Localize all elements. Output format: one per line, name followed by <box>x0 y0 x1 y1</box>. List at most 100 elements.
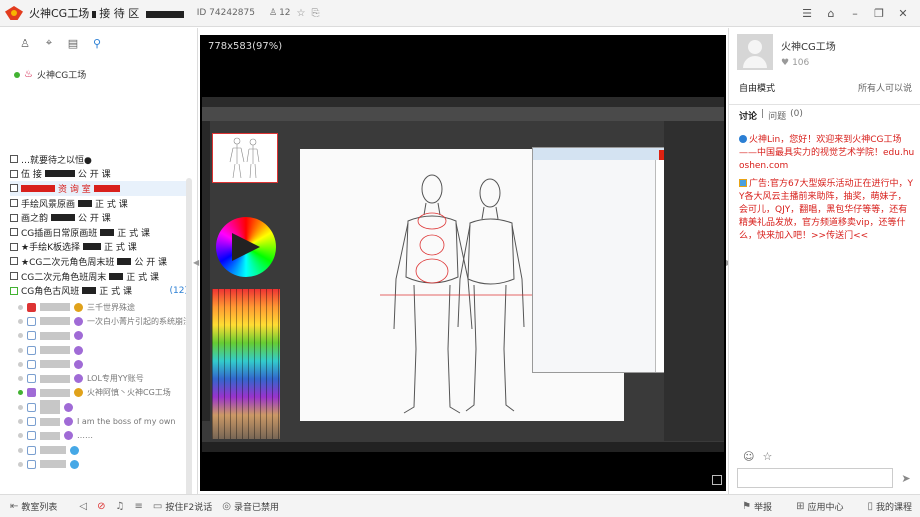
mic-button[interactable]: ⊘ <box>97 501 105 512</box>
channel-name: 伍 接 <box>21 170 42 181</box>
settings-button[interactable]: ≡ <box>134 501 142 512</box>
channel-icon <box>10 257 18 266</box>
app-center-button[interactable]: ⊞ 应用中心 <box>796 500 843 513</box>
stream-layers-panel <box>664 121 724 441</box>
tab-discuss[interactable]: 讨论 <box>739 109 757 122</box>
diamond-badge-icon <box>70 445 79 455</box>
redacted-text <box>82 243 101 251</box>
user-nickname-blurred <box>40 417 60 426</box>
channel-item[interactable]: 伍 接公 开 课 <box>10 167 188 182</box>
channel-name: CG二次元角色班周末 <box>21 272 107 283</box>
favorite-star-icon[interactable]: ☆ <box>297 8 306 19</box>
music-button[interactable]: ♫ <box>116 501 125 512</box>
app-center-label: 应用中心 <box>807 502 844 513</box>
user-row[interactable]: I am the boss of my own <box>18 414 188 428</box>
channel-icon <box>10 199 18 208</box>
status-dot <box>18 404 23 410</box>
user-list-scrollbar[interactable] <box>186 178 192 498</box>
user-row[interactable]: …… <box>18 429 188 443</box>
channel-list-button[interactable]: ⇤ 教室列表 <box>10 500 57 513</box>
channel-name: 手绘风景原画 <box>21 199 76 210</box>
user-icon[interactable]: ♙ <box>18 36 32 50</box>
video-player[interactable]: 778x583(97%) <box>200 35 726 491</box>
skin-icon[interactable]: ⌂ <box>824 6 838 20</box>
redacted-text <box>100 228 115 236</box>
channel-icon <box>10 213 18 222</box>
question-count: (0) <box>790 109 803 119</box>
status-dot <box>18 433 23 439</box>
channel-item[interactable]: CG二次元角色班周末 正 式 课 <box>10 269 188 284</box>
color-wheel <box>216 217 276 277</box>
diamond-badge-icon <box>70 459 79 469</box>
user-row[interactable]: 三千世界殊途 <box>18 300 188 314</box>
user-nickname-blurred <box>40 446 66 455</box>
location-icon[interactable]: ⌖ <box>42 36 56 50</box>
channel-icon <box>10 228 18 237</box>
keyboard-icon: ▭ <box>152 500 163 512</box>
close-icon[interactable]: ✕ <box>896 6 910 20</box>
status-dot <box>18 447 23 453</box>
channel-item[interactable]: 画之韵 公 开 课 <box>10 210 188 225</box>
user-row[interactable]: 一次白小菁片引起的系统崩溃 <box>18 314 188 328</box>
channel-item[interactable]: ★CG二次元角色周末班 公 开 课 <box>10 254 188 269</box>
host-avatar[interactable] <box>737 34 773 70</box>
channel-name: ★CG二次元角色周末班 <box>21 257 115 268</box>
channel-item-selected[interactable]: 资 询 室 <box>10 181 188 196</box>
status-dot <box>18 318 23 324</box>
user-row[interactable] <box>18 400 188 415</box>
share-icon[interactable]: ⎘ <box>311 8 319 19</box>
restore-icon[interactable]: ❐ <box>872 6 886 20</box>
channel-open-icon <box>10 286 18 295</box>
user-row[interactable]: LOL专用YY账号 <box>18 371 188 385</box>
chat-input[interactable] <box>737 468 893 488</box>
discussion-panel: 火神CG工场 ♥ 106 自由模式 所有人可以说 讨论 | 问题 (0) 火神Li… <box>728 28 920 494</box>
fullscreen-icon[interactable] <box>712 475 722 485</box>
user-row[interactable] <box>18 343 188 357</box>
screen-share-stream <box>202 97 724 452</box>
user-signature: …… <box>77 431 93 441</box>
channel-item[interactable]: CG角色古风班正 式 课 (12) <box>10 283 188 298</box>
navigator-thumbnail <box>229 137 260 179</box>
my-course-button[interactable]: ▯ 我的课程 <box>867 500 912 513</box>
report-button[interactable]: ⚑ 举报 <box>742 500 772 513</box>
user-row[interactable] <box>18 443 188 457</box>
user-icon: ♙ <box>268 8 278 18</box>
redacted-text <box>93 184 120 192</box>
channel-type: 正 式 课 <box>95 199 128 210</box>
emoji-icon[interactable]: ☺ <box>743 450 754 463</box>
notes-icon[interactable]: ▤ <box>66 36 80 50</box>
sub-channel-list: …就要待之以恒● 伍 接公 开 课 资 询 室 手绘风景原画正 式 课 画之韵公… <box>10 152 188 298</box>
tab-question[interactable]: 问题 <box>768 109 786 122</box>
root-channel[interactable]: ♨ 火神CG工场 <box>14 68 86 81</box>
send-icon[interactable]: ➤ <box>897 468 915 488</box>
collapse-left-icon[interactable]: ◀ <box>193 258 199 267</box>
stream-navigator <box>212 133 278 183</box>
record-button[interactable]: ◎ 录音已禁用 <box>222 500 279 513</box>
online-dot <box>14 71 20 78</box>
user-list: 三千世界殊途 一次白小菁片引起的系统崩溃 LOL专用YY账号 火神阿慎丶火神CG… <box>18 300 188 472</box>
divider <box>729 104 920 105</box>
chat-message: 火神Lin，您好！欢迎来到火神CG工场——中国最具实力的视觉艺术学院！edu.h… <box>739 134 915 173</box>
user-row[interactable] <box>18 457 188 471</box>
chat-message-text[interactable]: 广告:官方67大型娱乐活动正在进行中，YY各大风云主播前来助阵，抽奖，萌妹子，会… <box>739 179 913 241</box>
speaker-button[interactable]: ◁ <box>79 501 87 512</box>
user-avatar-icon <box>27 417 36 427</box>
channel-item[interactable]: …就要待之以恒● <box>10 152 188 167</box>
f2-talk-button[interactable]: ▭ 按住F2说话 <box>153 500 212 513</box>
user-row[interactable] <box>18 329 188 343</box>
minimize-icon[interactable]: – <box>848 6 862 20</box>
host-likes[interactable]: ♥ 106 <box>781 58 809 68</box>
redacted-text <box>51 214 76 222</box>
star-icon[interactable]: ☆ <box>762 450 772 463</box>
channel-item[interactable]: 手绘风景原画 正 式 课 <box>10 196 188 211</box>
channel-type: 公 开 课 <box>134 257 168 268</box>
user-row[interactable]: 火神阿慎丶火神CG工场 <box>18 386 188 400</box>
user-signature: 一次白小菁片引起的系统崩溃 <box>87 316 188 326</box>
channel-item[interactable]: ★手绘K板选择 正 式 课 <box>10 240 188 255</box>
channel-item[interactable]: CG插画日常原画班 正 式 课 <box>10 225 188 240</box>
level-badge-icon <box>64 417 73 427</box>
menu-icon[interactable]: ☰ <box>800 6 814 20</box>
search-icon[interactable]: ⚲ <box>90 36 104 50</box>
user-signature: I am the boss of my own <box>77 417 176 427</box>
user-row[interactable] <box>18 357 188 371</box>
